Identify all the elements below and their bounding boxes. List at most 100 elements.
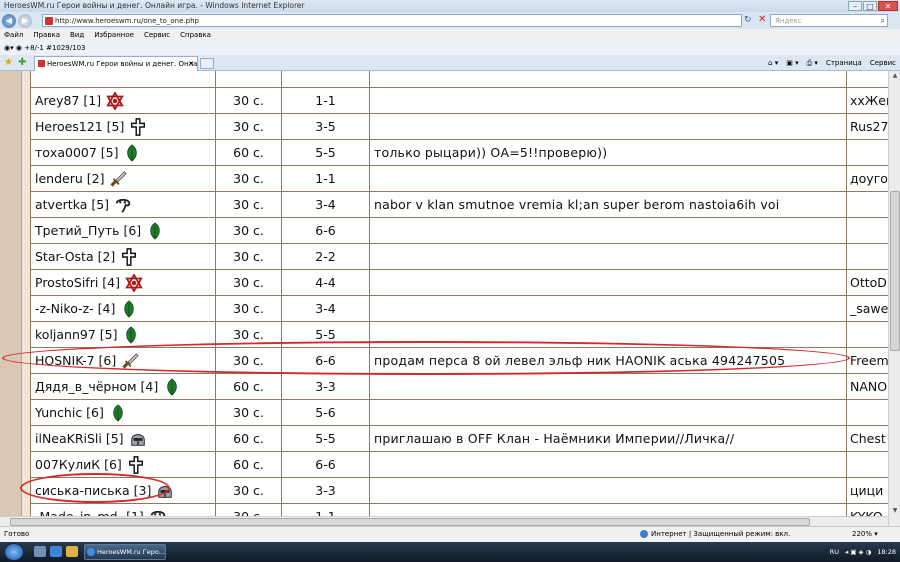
table-cell-clipped xyxy=(215,71,282,88)
hexagram-icon xyxy=(125,272,143,293)
player-cell: -z-Niko-z- [4] xyxy=(30,295,216,322)
level-range-cell: 3-3 xyxy=(281,373,370,400)
player-name-link[interactable]: Heroes121 [5] xyxy=(35,119,124,134)
tab-title: HeroesWM.ru Герои войны и денег. Онлайн … xyxy=(47,60,198,68)
table-row: Arey87 [1] 30 с. 1-1 xxЖен xyxy=(30,87,900,114)
player-cell: Дядя_в_чёрном [4] xyxy=(30,373,216,400)
show-desktop-icon[interactable] xyxy=(34,546,46,557)
turn-time-cell: 30 с. xyxy=(215,269,282,296)
add-favorites-icon[interactable]: ✚ xyxy=(18,57,26,68)
search-icon[interactable]: ⌕ xyxy=(881,15,885,27)
home-icon[interactable]: ⌂ ▾ xyxy=(768,55,778,71)
turn-time-cell: 60 с. xyxy=(215,139,282,166)
tab-heroeswm[interactable]: HeroesWM.ru Герои войны и денег. Онлайн … xyxy=(34,56,198,71)
status-bar: Готово Интернет | Защищенный режим: вкл.… xyxy=(0,526,900,542)
table-row: ilNeaKRiSli [5] 60 с. 5-5 приглашаю в OFF К… xyxy=(30,425,900,452)
table-cell-clipped xyxy=(281,71,370,88)
player-cell: ilNeaKRiSli [5] xyxy=(30,425,216,452)
player-cell: koljann97 [5] xyxy=(30,321,216,348)
url-field[interactable]: http://www.heroeswm.ru/one_to_one.php xyxy=(42,14,742,27)
vertical-scrollbar[interactable]: ▲ ▼ xyxy=(888,71,900,526)
player-name-link[interactable]: HOSNIK-7 [6] xyxy=(35,353,116,368)
menu-item-tools[interactable]: Сервис xyxy=(144,29,170,42)
turn-time-cell: 30 с. xyxy=(215,217,282,244)
player-cell: Star-Osta [2] xyxy=(30,243,216,270)
player-name-link[interactable]: ilNeaKRiSli [5] xyxy=(35,431,124,446)
print-icon[interactable]: ⎙ ▾ xyxy=(807,55,818,71)
scroll-up-icon[interactable]: ▲ xyxy=(890,71,900,81)
skull-icon xyxy=(114,196,132,214)
player-cell: сиська-писька [3] xyxy=(30,477,216,504)
horizontal-scrollbar[interactable] xyxy=(0,516,888,526)
start-button[interactable] xyxy=(4,543,24,561)
favorites-star-icon[interactable]: ★ xyxy=(4,57,13,68)
new-tab-button[interactable] xyxy=(200,58,214,69)
back-button[interactable]: ◀ xyxy=(2,13,16,28)
menu-item-help[interactable]: Справка xyxy=(180,29,211,42)
menu-item-favorites[interactable]: Избранное xyxy=(94,29,134,42)
ie-quicklaunch-icon[interactable] xyxy=(50,546,62,557)
table-row: koljann97 [5] 30 с. 5-5 xyxy=(30,321,900,348)
level-range-cell: 4-4 xyxy=(281,269,370,296)
command-bar: ⌂ ▾ ▣ ▾ ⎙ ▾ Страница Сервис xyxy=(768,55,896,71)
clock: 18:28 xyxy=(877,548,896,556)
table-row: Yunchic [6] 30 с. 5-6 xyxy=(30,399,900,426)
player-cell: 007КулиК [6] xyxy=(30,451,216,478)
taskbar-ie-button[interactable]: HeroesWM.ru Геро... xyxy=(84,544,166,560)
player-name-link[interactable]: koljann97 [5] xyxy=(35,327,117,342)
tab-bar: ★ ✚ HeroesWM.ru Герои войны и денег. Онл… xyxy=(0,55,900,71)
maximize-button[interactable]: □ xyxy=(863,1,877,11)
player-name-link[interactable]: Третий_Путь [6] xyxy=(35,223,141,238)
close-button[interactable]: ✕ xyxy=(878,1,898,11)
level-range-cell: 1-1 xyxy=(281,87,370,114)
menu-item-view[interactable]: Вид xyxy=(70,29,84,42)
level-range-cell: 5-5 xyxy=(281,321,370,348)
player-name-link[interactable]: atvertka [5] xyxy=(35,197,109,212)
player-name-link[interactable]: ProstoSifri [4] xyxy=(35,275,120,290)
player-name-link[interactable]: сиська-писька [3] xyxy=(35,483,151,498)
tools-menu-button[interactable]: Сервис xyxy=(870,55,896,71)
table-row: atvertka [5] 30 с. 3-4 nabor v klan smutnoe… xyxy=(30,191,900,218)
level-range-cell: 1-1 xyxy=(281,165,370,192)
player-name-link[interactable]: Star-Osta [2] xyxy=(35,249,115,264)
player-name-link[interactable]: Yunchic [6] xyxy=(35,405,104,420)
level-range-cell: 5-6 xyxy=(281,399,370,426)
comment-cell: приглашаю в OFF Клан - Наёмники Империи/… xyxy=(369,425,847,452)
player-name-link[interactable]: -z-Niko-z- [4] xyxy=(35,301,115,316)
menu-item-file[interactable]: Файл xyxy=(4,29,23,42)
player-cell: ProstoSifri [4] xyxy=(30,269,216,296)
zoom-level[interactable]: 220% ▾ xyxy=(852,527,878,542)
leaf-icon xyxy=(120,299,138,318)
leaf-icon xyxy=(109,403,127,422)
tray-icons[interactable]: ◂ ▣ ◈ ◑ xyxy=(845,548,871,556)
leaf-icon xyxy=(122,325,140,344)
minimize-button[interactable]: – xyxy=(848,1,862,11)
refresh-icon[interactable]: ↻ xyxy=(744,15,752,25)
site-favicon-icon xyxy=(45,17,53,25)
links-bar-button[interactable]: ◉▾ ◉ xyxy=(4,44,22,52)
player-name-link[interactable]: тоха0007 [5] xyxy=(35,145,118,160)
forward-button[interactable]: ▶ xyxy=(18,13,32,28)
player-name-link[interactable]: lenderu [2] xyxy=(35,171,104,186)
explorer-quicklaunch-icon[interactable] xyxy=(66,546,78,557)
scroll-down-icon[interactable]: ▼ xyxy=(890,506,900,516)
player-name-link[interactable]: Дядя_в_чёрном [4] xyxy=(35,379,158,394)
player-cell: Третий_Путь [6] xyxy=(30,217,216,244)
search-input[interactable]: Яндекс ⌕ xyxy=(770,14,888,27)
player-name-link[interactable]: 007КулиК [6] xyxy=(35,457,122,472)
stop-icon[interactable]: ✕ xyxy=(758,14,766,25)
comment-cell xyxy=(369,477,847,504)
vertical-scroll-thumb[interactable] xyxy=(890,191,900,351)
feeds-icon[interactable]: ▣ ▾ xyxy=(786,55,798,71)
page-left-frame xyxy=(0,71,30,526)
menu-item-edit[interactable]: Правка xyxy=(33,29,60,42)
tab-close-icon[interactable]: ✕ xyxy=(188,57,194,71)
player-cell: Arey87 [1] xyxy=(30,87,216,114)
helmet-icon xyxy=(129,430,147,448)
language-indicator[interactable]: RU xyxy=(830,548,839,556)
player-cell: Yunchic [6] xyxy=(30,399,216,426)
player-name-link[interactable]: Arey87 [1] xyxy=(35,93,101,108)
page-menu-button[interactable]: Страница xyxy=(826,55,862,71)
horizontal-scroll-thumb[interactable] xyxy=(10,518,810,526)
window-controls: – □ ✕ xyxy=(848,1,898,11)
